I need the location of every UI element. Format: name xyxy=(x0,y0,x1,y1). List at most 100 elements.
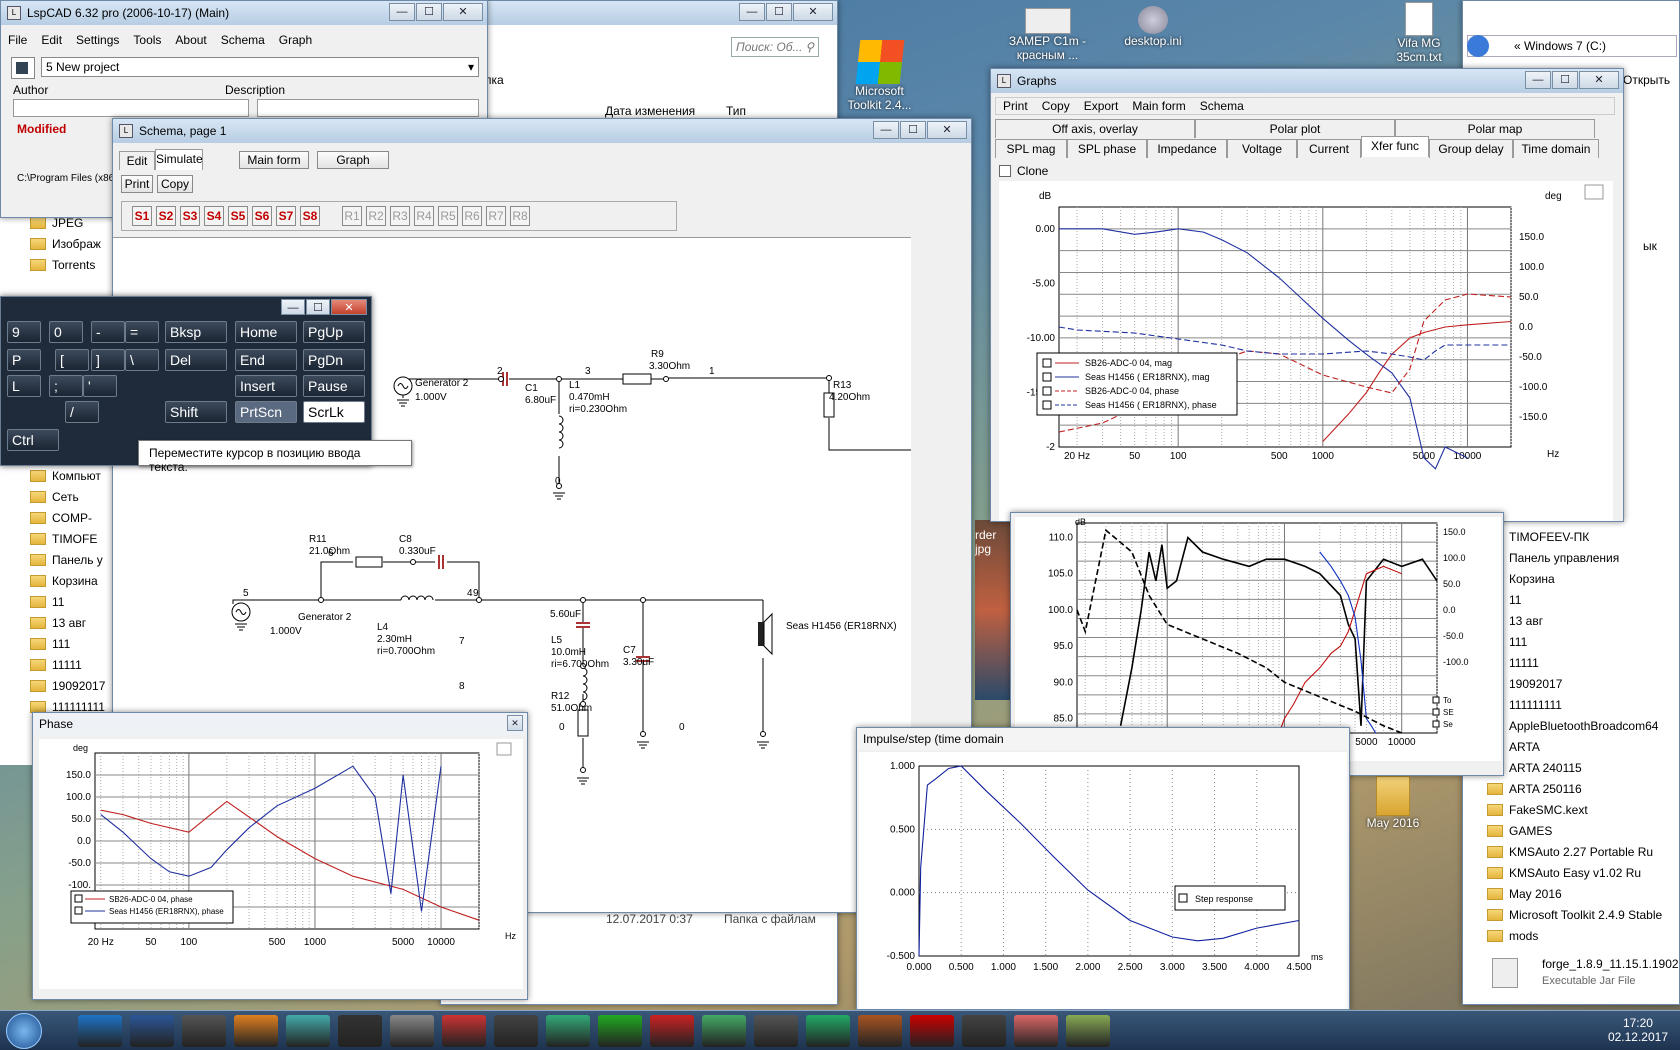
result-button[interactable]: R2 xyxy=(366,206,386,226)
taskbar-app-icon[interactable] xyxy=(390,1015,434,1047)
key[interactable]: - xyxy=(91,321,125,343)
menu-item[interactable]: Print xyxy=(996,99,1035,113)
corner-checkbox[interactable] xyxy=(1584,184,1604,200)
solver-button[interactable]: S1 xyxy=(132,206,152,226)
capacitor-c9[interactable] xyxy=(576,622,590,628)
column-date[interactable]: Дата изменения xyxy=(605,104,695,118)
maximize-button[interactable]: ☐ xyxy=(416,3,442,21)
copy-button[interactable]: Copy xyxy=(157,175,193,193)
maximize-button[interactable]: ☐ xyxy=(766,3,792,21)
close-button[interactable]: ✕ xyxy=(331,299,367,315)
taskbar-app-icon[interactable] xyxy=(442,1015,486,1047)
key[interactable]: ; xyxy=(49,375,83,397)
key[interactable]: PrtScn xyxy=(235,401,297,423)
explorer-left-item[interactable]: Панель у xyxy=(30,550,103,570)
speaker-seas[interactable] xyxy=(758,612,773,656)
maximize-button[interactable]: ☐ xyxy=(900,121,926,139)
explorer-left-item[interactable]: 11 xyxy=(30,592,64,612)
tab-edit[interactable]: Edit xyxy=(119,151,155,170)
explorer-left-item[interactable]: COMP- xyxy=(30,508,92,528)
menu-item[interactable]: File xyxy=(1,33,34,47)
minimize-button[interactable]: — xyxy=(873,121,899,139)
breadcrumb[interactable]: « Windows 7 (C:) xyxy=(1467,35,1677,57)
key[interactable]: ' xyxy=(83,375,117,397)
author-field[interactable] xyxy=(13,99,249,117)
solver-button[interactable]: S2 xyxy=(156,206,176,226)
key[interactable]: P xyxy=(7,349,41,371)
tab-group-delay[interactable]: Group delay xyxy=(1429,139,1513,158)
tab-time-domain[interactable]: Time domain xyxy=(1513,139,1599,158)
tab-simulate[interactable]: Simulate xyxy=(155,149,203,170)
project-select[interactable]: 5 New project ▾ xyxy=(41,57,479,77)
explorer-left-item[interactable]: Изображ xyxy=(30,234,101,254)
menu-item[interactable]: Copy xyxy=(1035,99,1077,113)
impulse-plot[interactable]: 1.000 0.500 0.000 -0.500 0.000 0.500 1.000 1.50… xyxy=(859,752,1347,1009)
menu-item[interactable]: Schema xyxy=(214,33,272,47)
close-button[interactable]: ✕ xyxy=(507,715,523,731)
explorer-right-item[interactable]: Панель управления xyxy=(1487,548,1619,568)
explorer-left-item[interactable]: 19092017 xyxy=(30,676,105,696)
result-button[interactable]: R8 xyxy=(510,206,530,226)
minimize-button[interactable]: — xyxy=(739,3,765,21)
capacitor-c8[interactable] xyxy=(438,555,444,569)
key[interactable]: Home xyxy=(235,321,297,343)
taskbar-app-icon[interactable] xyxy=(962,1015,1006,1047)
xfer-func-plot[interactable]: dBdegHz0.00-5.00-10.00-15.00-2150.0100.0… xyxy=(999,181,1613,521)
taskbar-app-icon[interactable] xyxy=(702,1015,746,1047)
explorer-right-item[interactable]: GAMES xyxy=(1487,821,1552,841)
graph-button[interactable]: Graph xyxy=(317,151,389,169)
menu-item[interactable]: Tools xyxy=(126,33,168,47)
key[interactable]: Bksp xyxy=(165,321,227,343)
desktop-icon-may2016[interactable]: May 2016 xyxy=(1362,776,1424,830)
tab-xfer-func[interactable]: Xfer func xyxy=(1361,136,1429,157)
tab-top[interactable]: Off axis, overlay xyxy=(995,119,1195,138)
key[interactable]: L xyxy=(7,375,41,397)
menu-item[interactable]: Edit xyxy=(34,33,69,47)
search-input[interactable]: Поиск: Об... ⚲ xyxy=(731,37,819,57)
taskbar-app-icon[interactable] xyxy=(910,1015,954,1047)
result-button[interactable]: R4 xyxy=(414,206,434,226)
explorer-right-item[interactable]: mods xyxy=(1487,926,1538,946)
menu-item[interactable]: Graph xyxy=(272,33,319,47)
menu-item[interactable]: Main form xyxy=(1125,99,1192,113)
result-button[interactable]: R1 xyxy=(342,206,362,226)
key[interactable]: PgDn xyxy=(303,349,365,371)
explorer-right-item[interactable]: ARTA 250116 xyxy=(1487,779,1582,799)
minimize-button[interactable]: — xyxy=(281,299,305,315)
explorer-left-item[interactable]: Сеть xyxy=(30,487,79,507)
taskbar-app-icon[interactable] xyxy=(286,1015,330,1047)
explorer-right-item[interactable]: Microsoft Toolkit 2.4.9 Stable xyxy=(1487,905,1662,925)
solver-button[interactable]: S6 xyxy=(252,206,272,226)
tab-spl-phase[interactable]: SPL phase xyxy=(1067,139,1147,158)
taskbar-app-icon[interactable] xyxy=(806,1015,850,1047)
solver-button[interactable]: S8 xyxy=(300,206,320,226)
tab-impedance[interactable]: Impedance xyxy=(1147,139,1227,158)
key[interactable]: [ xyxy=(55,349,89,371)
key[interactable]: PgUp xyxy=(303,321,365,343)
desktop-icon-toolkit[interactable]: Microsoft Toolkit 2.4... xyxy=(842,40,917,112)
key[interactable]: = xyxy=(125,321,159,343)
key[interactable]: \ xyxy=(125,349,159,371)
explorer-left-item[interactable]: 11111 xyxy=(30,655,82,675)
result-button[interactable]: R7 xyxy=(486,206,506,226)
taskbar-app-icon[interactable] xyxy=(546,1015,590,1047)
taskbar-app-icon[interactable] xyxy=(1066,1015,1110,1047)
explorer-left-item[interactable]: TIMOFE xyxy=(30,529,97,549)
taskbar-app-icon[interactable] xyxy=(754,1015,798,1047)
save-icon[interactable] xyxy=(11,57,35,79)
tab-spl-mag[interactable]: SPL mag xyxy=(995,139,1067,158)
tab-current[interactable]: Current xyxy=(1297,139,1361,158)
key[interactable]: 9 xyxy=(7,321,41,343)
result-button[interactable]: R3 xyxy=(390,206,410,226)
maximize-button[interactable]: ☐ xyxy=(1552,71,1578,89)
clone-checkbox[interactable] xyxy=(999,165,1011,177)
generator-2[interactable] xyxy=(231,602,251,622)
explorer-right-item[interactable]: May 2016 xyxy=(1487,884,1562,904)
start-button[interactable] xyxy=(6,1013,42,1049)
key[interactable]: Shift xyxy=(165,401,227,423)
explorer-left-item[interactable]: Torrents xyxy=(30,255,95,275)
main-form-button[interactable]: Main form xyxy=(239,151,309,169)
open-label[interactable]: Открыть xyxy=(1623,73,1670,87)
desktop-icon-vifa[interactable]: Vifa MG 35cm.txt xyxy=(1388,2,1450,64)
solver-button[interactable]: S4 xyxy=(204,206,224,226)
